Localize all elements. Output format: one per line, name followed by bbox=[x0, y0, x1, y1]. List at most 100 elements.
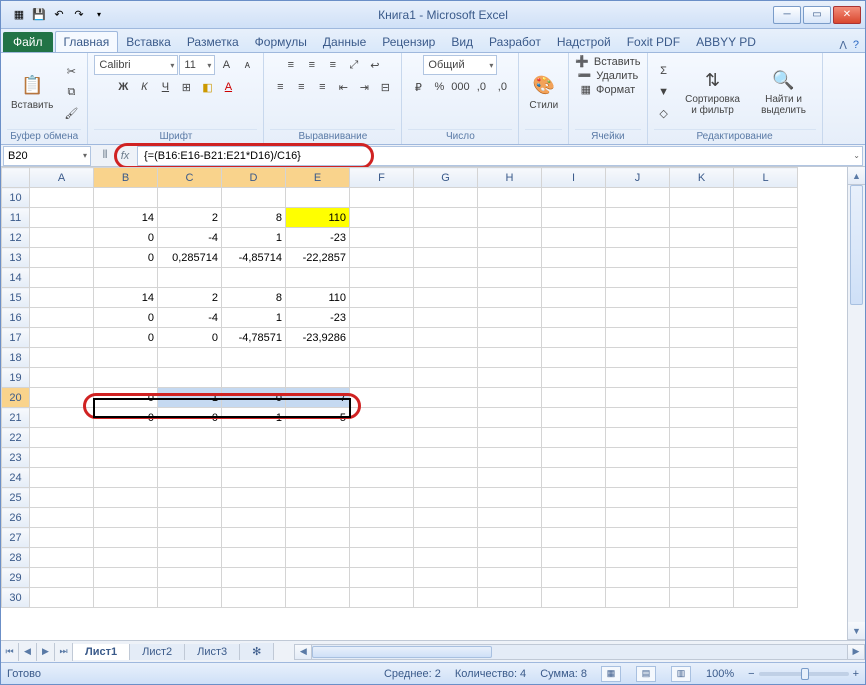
cell[interactable] bbox=[414, 328, 478, 348]
cell[interactable]: 1 bbox=[222, 308, 286, 328]
scroll-left-button[interactable]: ◀ bbox=[294, 644, 312, 660]
cell[interactable] bbox=[94, 488, 158, 508]
align-right-button[interactable]: ≡ bbox=[312, 77, 332, 97]
cell[interactable] bbox=[158, 568, 222, 588]
name-box[interactable]: B20 bbox=[3, 146, 91, 166]
row-header[interactable]: 15 bbox=[2, 288, 30, 308]
cell[interactable] bbox=[478, 568, 542, 588]
find-select-button[interactable]: 🔍 Найти и выделить bbox=[752, 66, 816, 118]
cell[interactable]: 14 bbox=[94, 288, 158, 308]
cell[interactable] bbox=[222, 548, 286, 568]
cell[interactable] bbox=[734, 328, 798, 348]
column-header[interactable]: C bbox=[158, 168, 222, 188]
cell[interactable] bbox=[30, 348, 94, 368]
help-icon[interactable]: ? bbox=[853, 39, 859, 52]
row-header[interactable]: 13 bbox=[2, 248, 30, 268]
cell[interactable] bbox=[414, 448, 478, 468]
sort-filter-button[interactable]: ⇅ Сортировка и фильтр bbox=[678, 66, 748, 118]
cell[interactable] bbox=[414, 348, 478, 368]
view-layout-button[interactable]: ▤ bbox=[636, 666, 656, 682]
row-header[interactable]: 28 bbox=[2, 548, 30, 568]
cell[interactable] bbox=[222, 568, 286, 588]
cell[interactable] bbox=[350, 448, 414, 468]
cell[interactable] bbox=[670, 248, 734, 268]
cell[interactable] bbox=[606, 328, 670, 348]
new-sheet-button[interactable]: ✻ bbox=[240, 643, 274, 660]
sheet-tab[interactable]: Лист3 bbox=[185, 644, 240, 660]
cell[interactable]: 14 bbox=[94, 208, 158, 228]
cell[interactable] bbox=[222, 348, 286, 368]
cell[interactable] bbox=[542, 548, 606, 568]
cell[interactable] bbox=[30, 248, 94, 268]
cell[interactable] bbox=[222, 488, 286, 508]
cell[interactable]: 0 bbox=[158, 408, 222, 428]
column-header[interactable]: B bbox=[94, 168, 158, 188]
fill-color-button[interactable]: ◧ bbox=[197, 77, 217, 97]
tab-developer[interactable]: Разработ bbox=[481, 32, 549, 52]
align-left-button[interactable]: ≡ bbox=[270, 77, 290, 97]
cell[interactable] bbox=[286, 428, 350, 448]
horizontal-scrollbar[interactable]: ◀ ▶ bbox=[294, 644, 865, 660]
cell[interactable] bbox=[606, 288, 670, 308]
cell[interactable] bbox=[30, 468, 94, 488]
cell[interactable] bbox=[542, 188, 606, 208]
cell[interactable]: 1 bbox=[222, 408, 286, 428]
cell[interactable] bbox=[30, 508, 94, 528]
cell[interactable] bbox=[670, 528, 734, 548]
currency-button[interactable]: ₽ bbox=[408, 77, 428, 97]
column-header[interactable]: K bbox=[670, 168, 734, 188]
cell[interactable] bbox=[222, 528, 286, 548]
cell[interactable] bbox=[350, 248, 414, 268]
tab-nav-last[interactable]: ⏭ bbox=[55, 643, 73, 661]
cell[interactable] bbox=[158, 348, 222, 368]
cell[interactable] bbox=[414, 268, 478, 288]
cell[interactable] bbox=[414, 508, 478, 528]
row-header[interactable]: 19 bbox=[2, 368, 30, 388]
delete-cells-button[interactable]: Удалить bbox=[592, 70, 638, 82]
scroll-right-button[interactable]: ▶ bbox=[847, 644, 865, 660]
cell[interactable] bbox=[670, 548, 734, 568]
italic-button[interactable]: К bbox=[134, 77, 154, 97]
cell[interactable] bbox=[350, 428, 414, 448]
cell[interactable] bbox=[606, 428, 670, 448]
column-header[interactable]: D bbox=[222, 168, 286, 188]
cell[interactable] bbox=[414, 388, 478, 408]
cell[interactable] bbox=[350, 548, 414, 568]
file-tab[interactable]: Файл bbox=[3, 32, 53, 52]
cell[interactable] bbox=[670, 428, 734, 448]
cell[interactable] bbox=[734, 188, 798, 208]
cell[interactable] bbox=[350, 468, 414, 488]
cell[interactable] bbox=[606, 248, 670, 268]
cell[interactable] bbox=[350, 228, 414, 248]
undo-icon[interactable]: ↶ bbox=[51, 7, 67, 23]
cell[interactable] bbox=[734, 448, 798, 468]
cell[interactable] bbox=[158, 188, 222, 208]
cell[interactable] bbox=[350, 348, 414, 368]
underline-button[interactable]: Ч bbox=[155, 77, 175, 97]
cell[interactable] bbox=[94, 548, 158, 568]
cell[interactable] bbox=[542, 428, 606, 448]
orientation-button[interactable]: ⤢ bbox=[344, 55, 364, 75]
cell[interactable] bbox=[30, 588, 94, 608]
cell[interactable]: 2 bbox=[158, 208, 222, 228]
row-header[interactable]: 27 bbox=[2, 528, 30, 548]
cell[interactable] bbox=[286, 368, 350, 388]
cut-button[interactable]: ✂ bbox=[61, 61, 81, 81]
cell[interactable] bbox=[542, 228, 606, 248]
cell[interactable] bbox=[478, 468, 542, 488]
cell[interactable] bbox=[222, 188, 286, 208]
cell[interactable] bbox=[350, 208, 414, 228]
cell[interactable] bbox=[158, 588, 222, 608]
cell[interactable] bbox=[286, 448, 350, 468]
cell[interactable] bbox=[542, 288, 606, 308]
font-color-button[interactable]: А bbox=[218, 77, 238, 97]
cell[interactable] bbox=[670, 448, 734, 468]
cell[interactable] bbox=[222, 588, 286, 608]
border-button[interactable]: ⊞ bbox=[176, 77, 196, 97]
cell[interactable] bbox=[414, 308, 478, 328]
column-header[interactable]: A bbox=[30, 168, 94, 188]
cell[interactable] bbox=[414, 548, 478, 568]
cell[interactable]: 8 bbox=[222, 208, 286, 228]
cell[interactable] bbox=[414, 208, 478, 228]
clear-button[interactable]: ◇ bbox=[654, 103, 674, 123]
